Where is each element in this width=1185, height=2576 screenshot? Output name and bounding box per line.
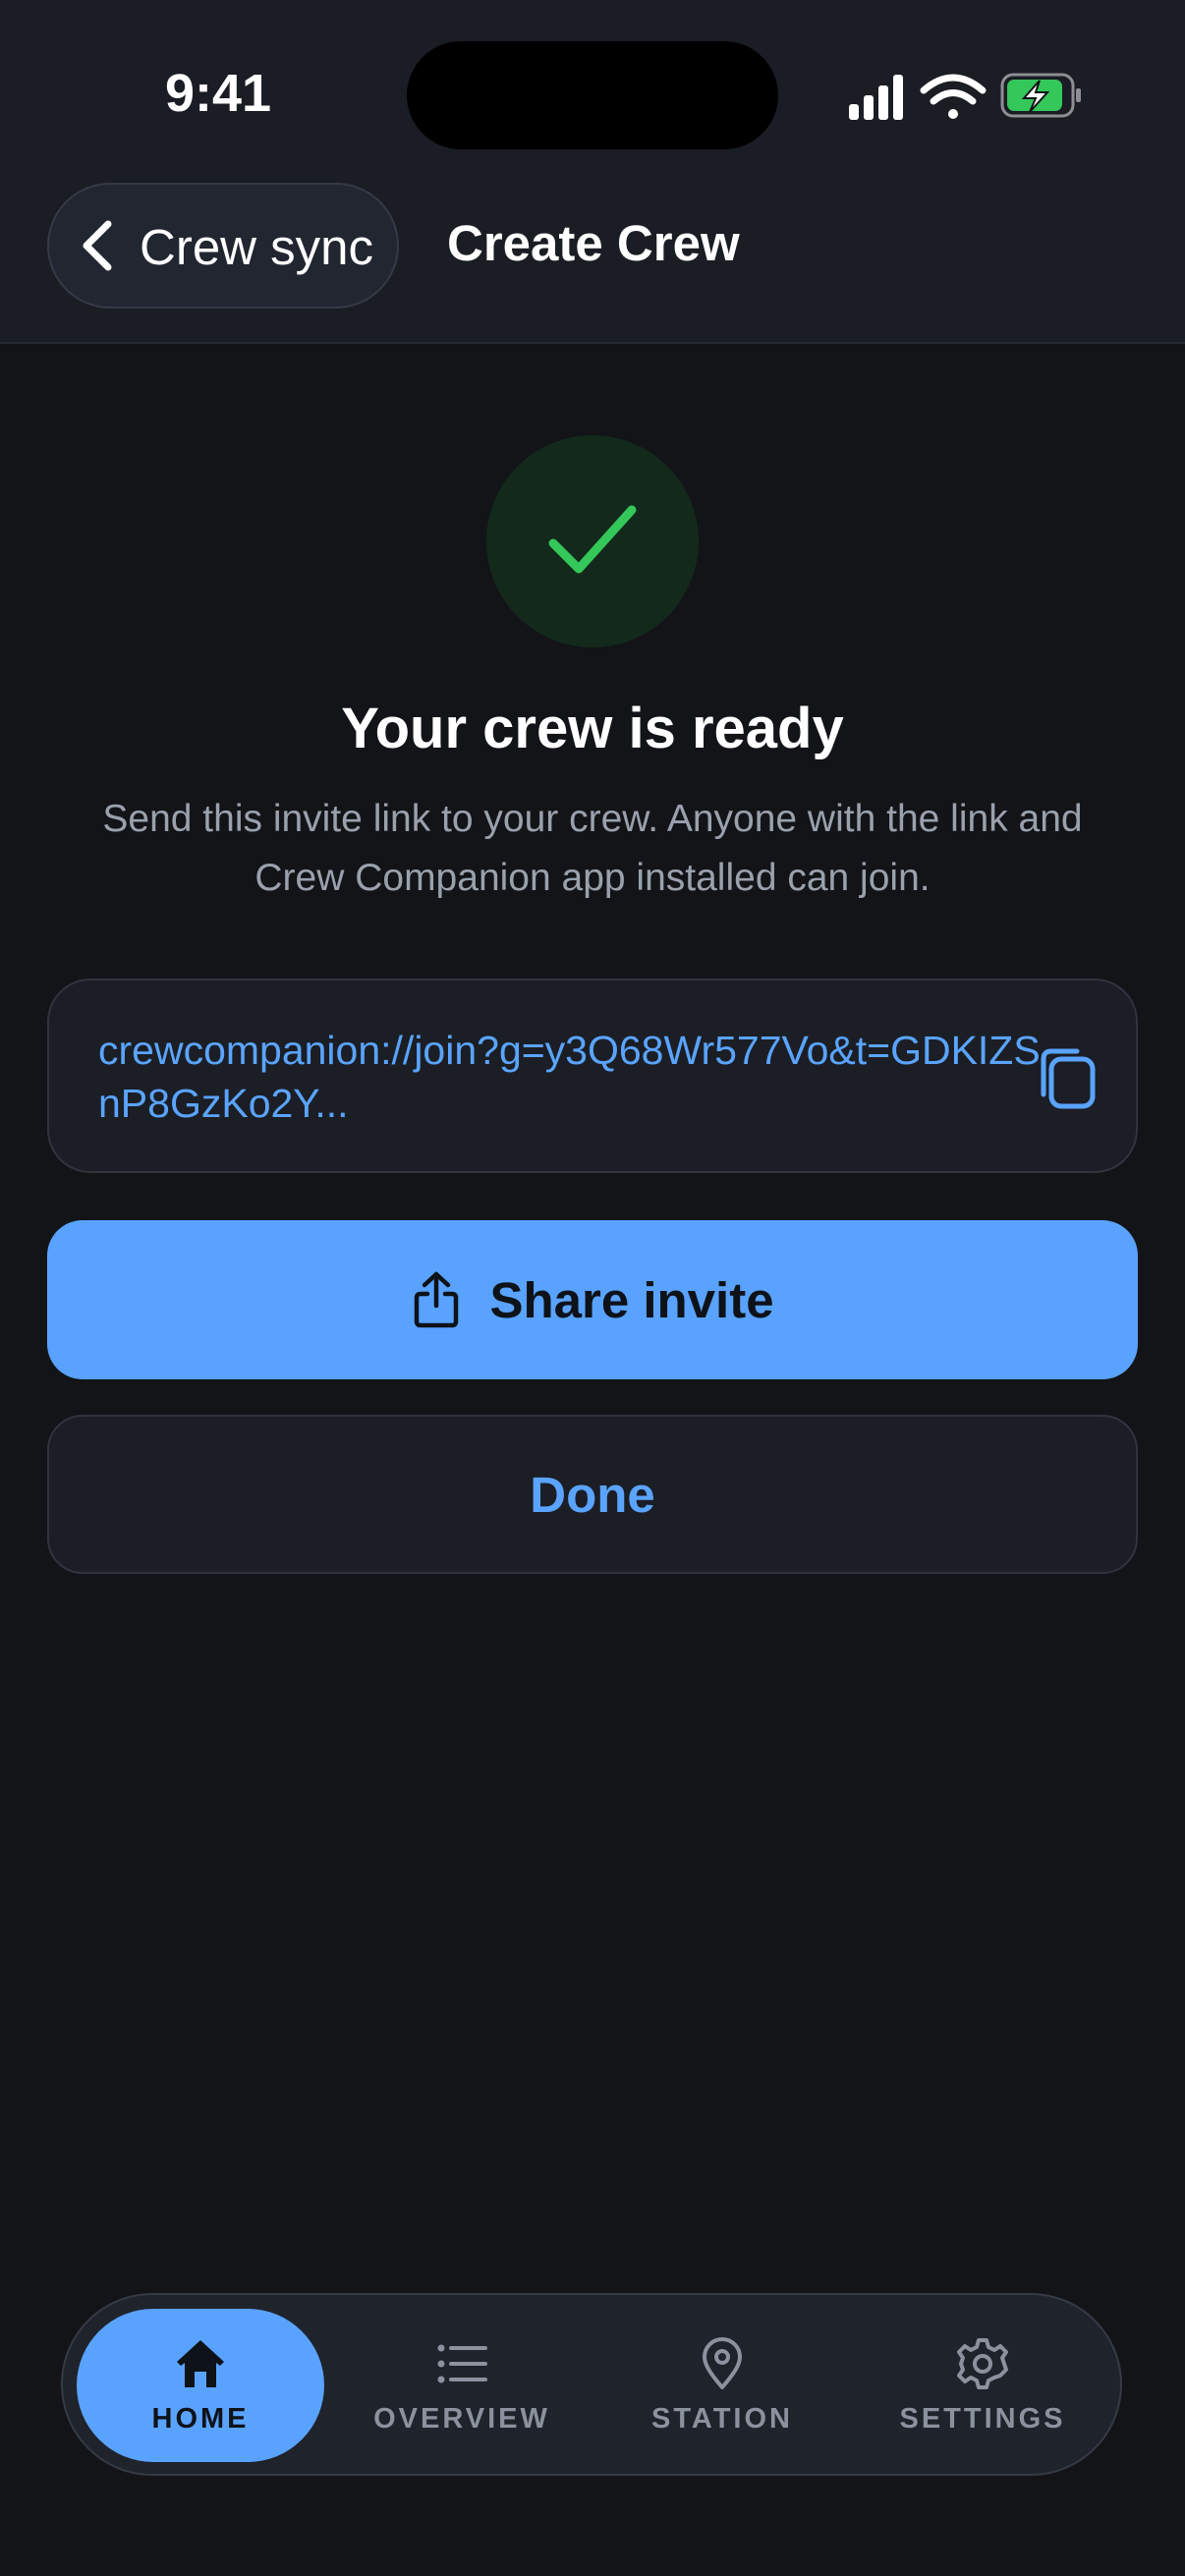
success-badge bbox=[486, 435, 699, 647]
tab-settings[interactable]: SETTINGS bbox=[859, 2309, 1106, 2462]
header: 9:41 Crew sync Create Crew bbox=[0, 0, 1185, 344]
status-time: 9:41 bbox=[165, 64, 272, 123]
tab-bar: HOME OVERVIEW STATION SETTINGS bbox=[61, 2293, 1122, 2476]
back-button-label: Crew sync bbox=[140, 219, 374, 275]
location-pin-icon bbox=[703, 2336, 742, 2389]
tab-label: STATION bbox=[651, 2402, 793, 2435]
tab-overview[interactable]: OVERVIEW bbox=[338, 2309, 586, 2462]
done-label: Done bbox=[530, 1466, 655, 1523]
invite-link-card[interactable]: crewcompanion://join?g=y3Q68Wr577Vo&t=GD… bbox=[47, 979, 1138, 1173]
create-crew-screen: 9:41 Crew sync Create Crew Your crew is … bbox=[0, 0, 1185, 2576]
tab-label: OVERVIEW bbox=[373, 2402, 550, 2435]
checkmark-icon bbox=[548, 505, 637, 574]
gear-icon bbox=[957, 2337, 1008, 2389]
page-subtitle: Send this invite link to your crew. Anyo… bbox=[102, 798, 1083, 899]
copy-icon[interactable] bbox=[1032, 1043, 1102, 1114]
share-icon bbox=[415, 1271, 459, 1328]
page-title: Your crew is ready bbox=[341, 697, 844, 760]
nav-title: Create Crew bbox=[447, 215, 740, 271]
invite-link-text[interactable]: crewcompanion://join?g=y3Q68Wr577Vo&t=GD… bbox=[98, 1024, 1042, 1130]
dynamic-island bbox=[407, 41, 778, 149]
tab-station[interactable]: STATION bbox=[598, 2309, 846, 2462]
share-invite-button[interactable]: Share invite bbox=[47, 1220, 1138, 1379]
tab-label: HOME bbox=[151, 2402, 250, 2435]
done-button[interactable]: Done bbox=[47, 1415, 1138, 1574]
wifi-icon bbox=[920, 74, 987, 119]
back-button[interactable]: Crew sync bbox=[47, 183, 399, 308]
tab-home[interactable]: HOME bbox=[77, 2309, 324, 2462]
signal-icon bbox=[849, 75, 903, 120]
list-icon bbox=[437, 2344, 487, 2382]
home-icon bbox=[177, 2339, 224, 2387]
chevron-left-icon bbox=[83, 220, 112, 271]
share-invite-label: Share invite bbox=[489, 1271, 774, 1328]
battery-charging-icon bbox=[1000, 73, 1081, 118]
status-icons bbox=[849, 73, 1081, 120]
tab-label: SETTINGS bbox=[899, 2402, 1066, 2435]
